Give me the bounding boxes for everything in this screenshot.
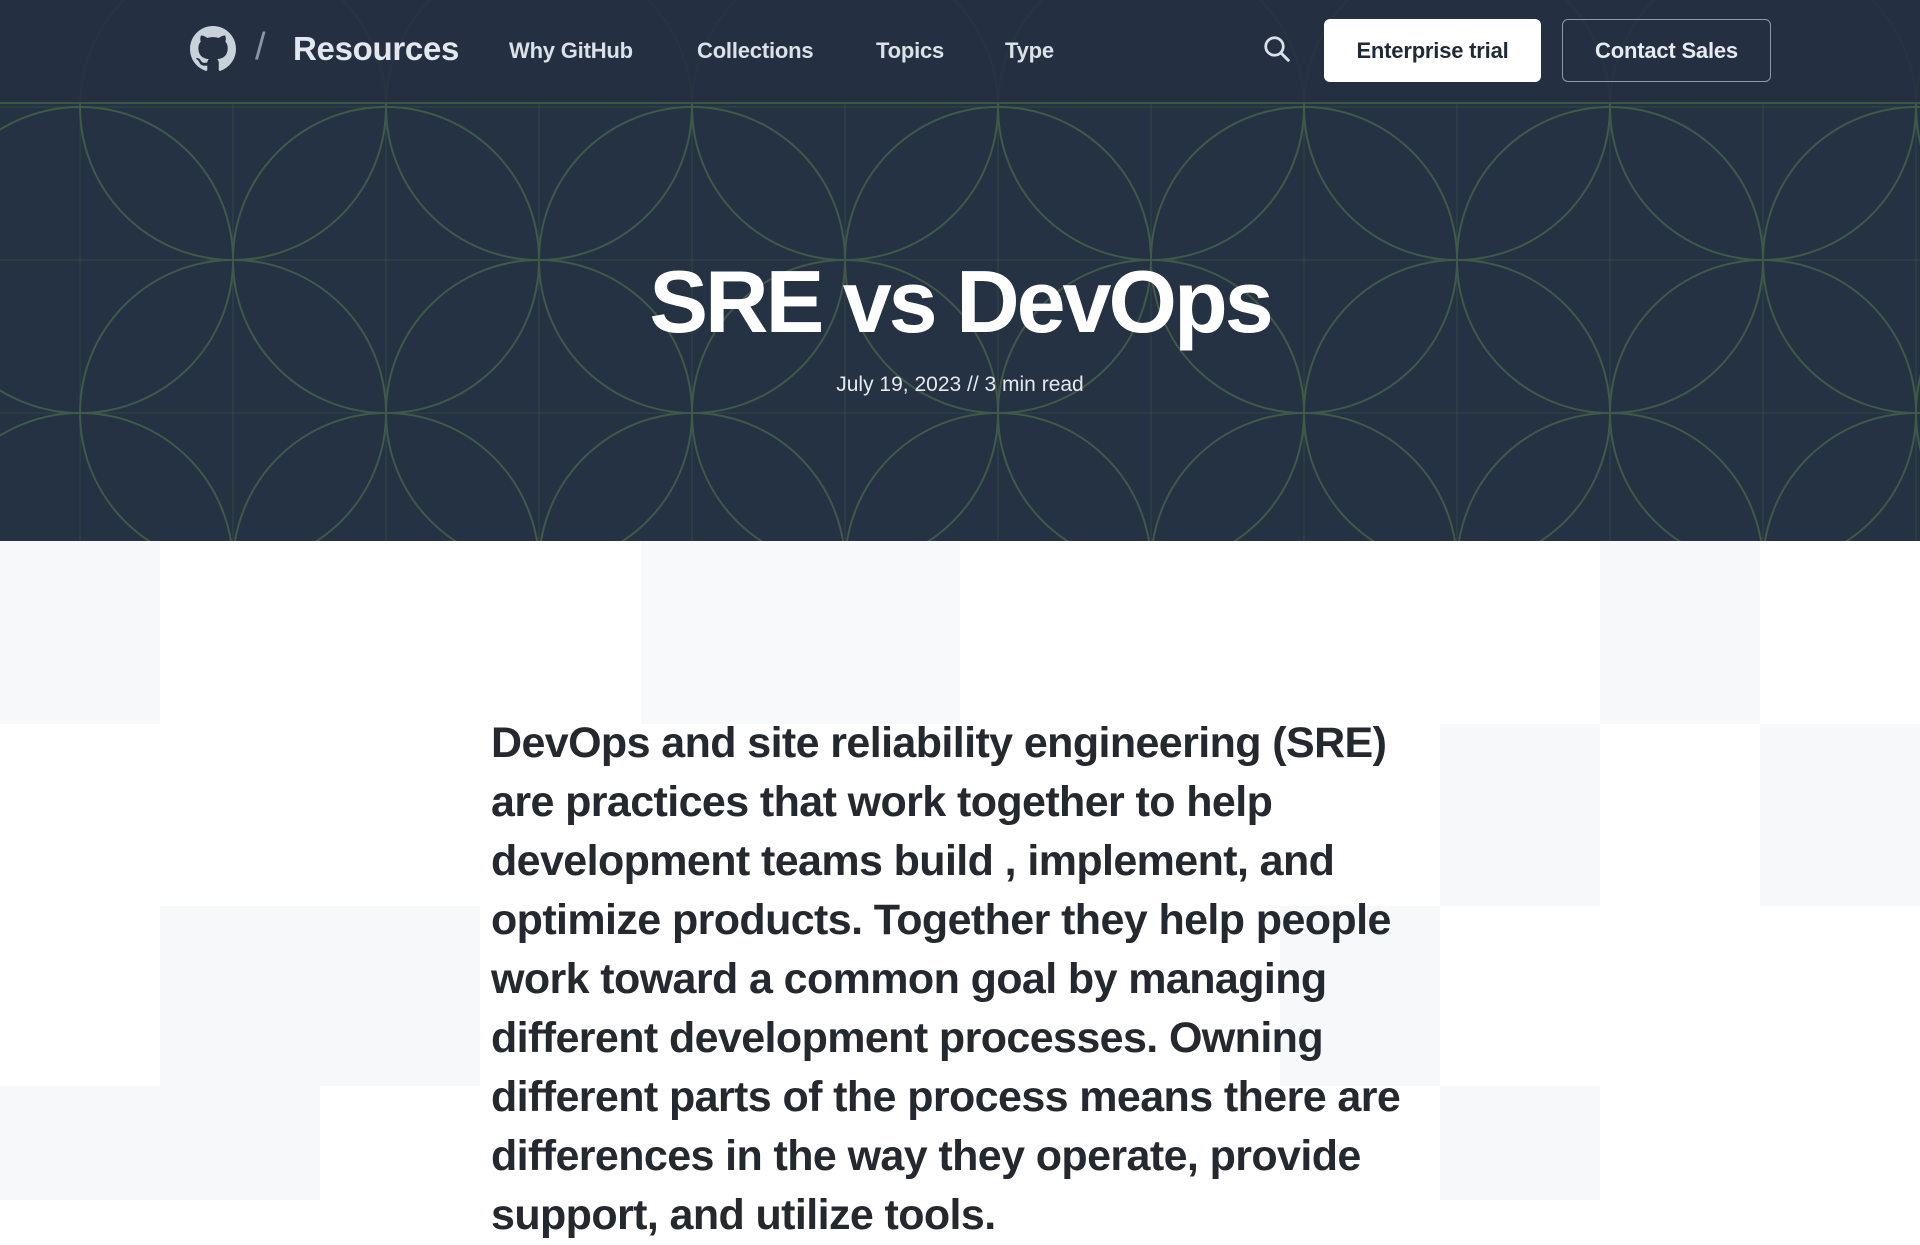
page-title: SRE vs DevOps bbox=[649, 252, 1273, 351]
nav-collections[interactable]: Collections bbox=[697, 38, 814, 64]
background-tile bbox=[160, 906, 320, 1200]
search-icon[interactable] bbox=[1262, 34, 1292, 64]
top-nav: / Resources Why GitHub Collections Topic… bbox=[0, 0, 1920, 102]
nav-why-github[interactable]: Why GitHub bbox=[509, 38, 633, 64]
article-lead-paragraph: DevOps and site reliability engineering … bbox=[491, 719, 1401, 1239]
enterprise-trial-button[interactable]: Enterprise trial bbox=[1324, 19, 1541, 82]
nav-topics[interactable]: Topics bbox=[876, 38, 944, 64]
contact-sales-button[interactable]: Contact Sales bbox=[1562, 19, 1771, 82]
background-tile bbox=[1600, 541, 1760, 724]
resources-home-link[interactable]: Resources bbox=[293, 30, 459, 68]
breadcrumb-separator: / bbox=[255, 26, 266, 68]
background-tile bbox=[641, 541, 960, 724]
nav-divider bbox=[0, 102, 1920, 104]
article-meta: July 19, 2023 // 3 min read bbox=[836, 373, 1084, 396]
background-tile bbox=[0, 1086, 160, 1200]
background-tile bbox=[320, 906, 480, 1086]
background-tile bbox=[1760, 724, 1920, 906]
github-octocat-icon[interactable] bbox=[190, 26, 236, 72]
background-tile bbox=[0, 541, 160, 724]
background-tile bbox=[1440, 724, 1600, 906]
nav-type[interactable]: Type bbox=[1005, 38, 1054, 64]
background-tile bbox=[1440, 1086, 1600, 1200]
